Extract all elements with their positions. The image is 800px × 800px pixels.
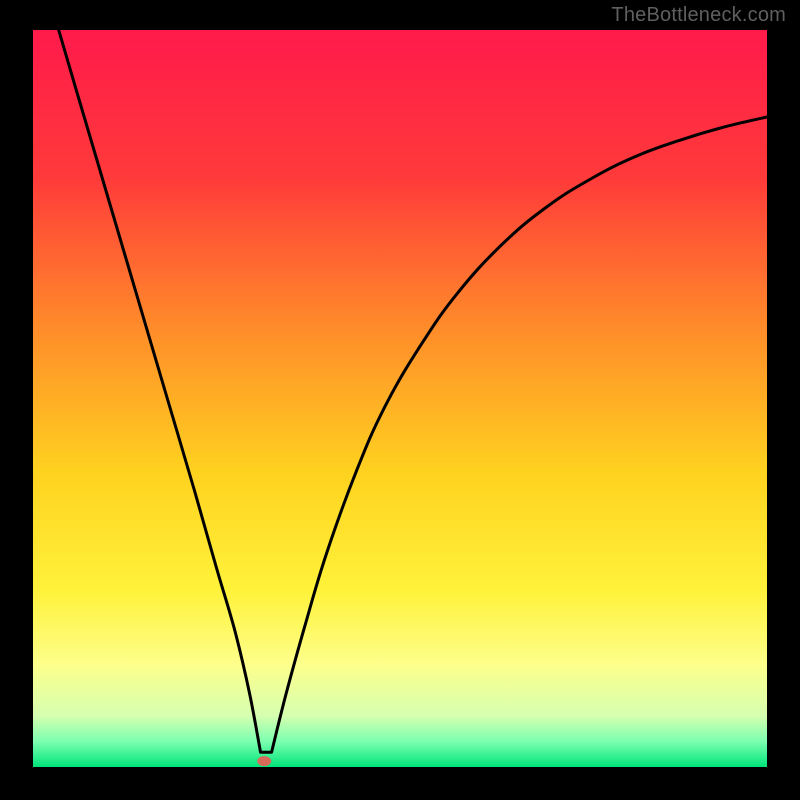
plot-background [33, 30, 767, 767]
optimum-marker [257, 756, 271, 766]
watermark-text: TheBottleneck.com [611, 4, 786, 27]
bottleneck-chart [0, 0, 800, 800]
chart-stage: TheBottleneck.com [0, 0, 800, 800]
